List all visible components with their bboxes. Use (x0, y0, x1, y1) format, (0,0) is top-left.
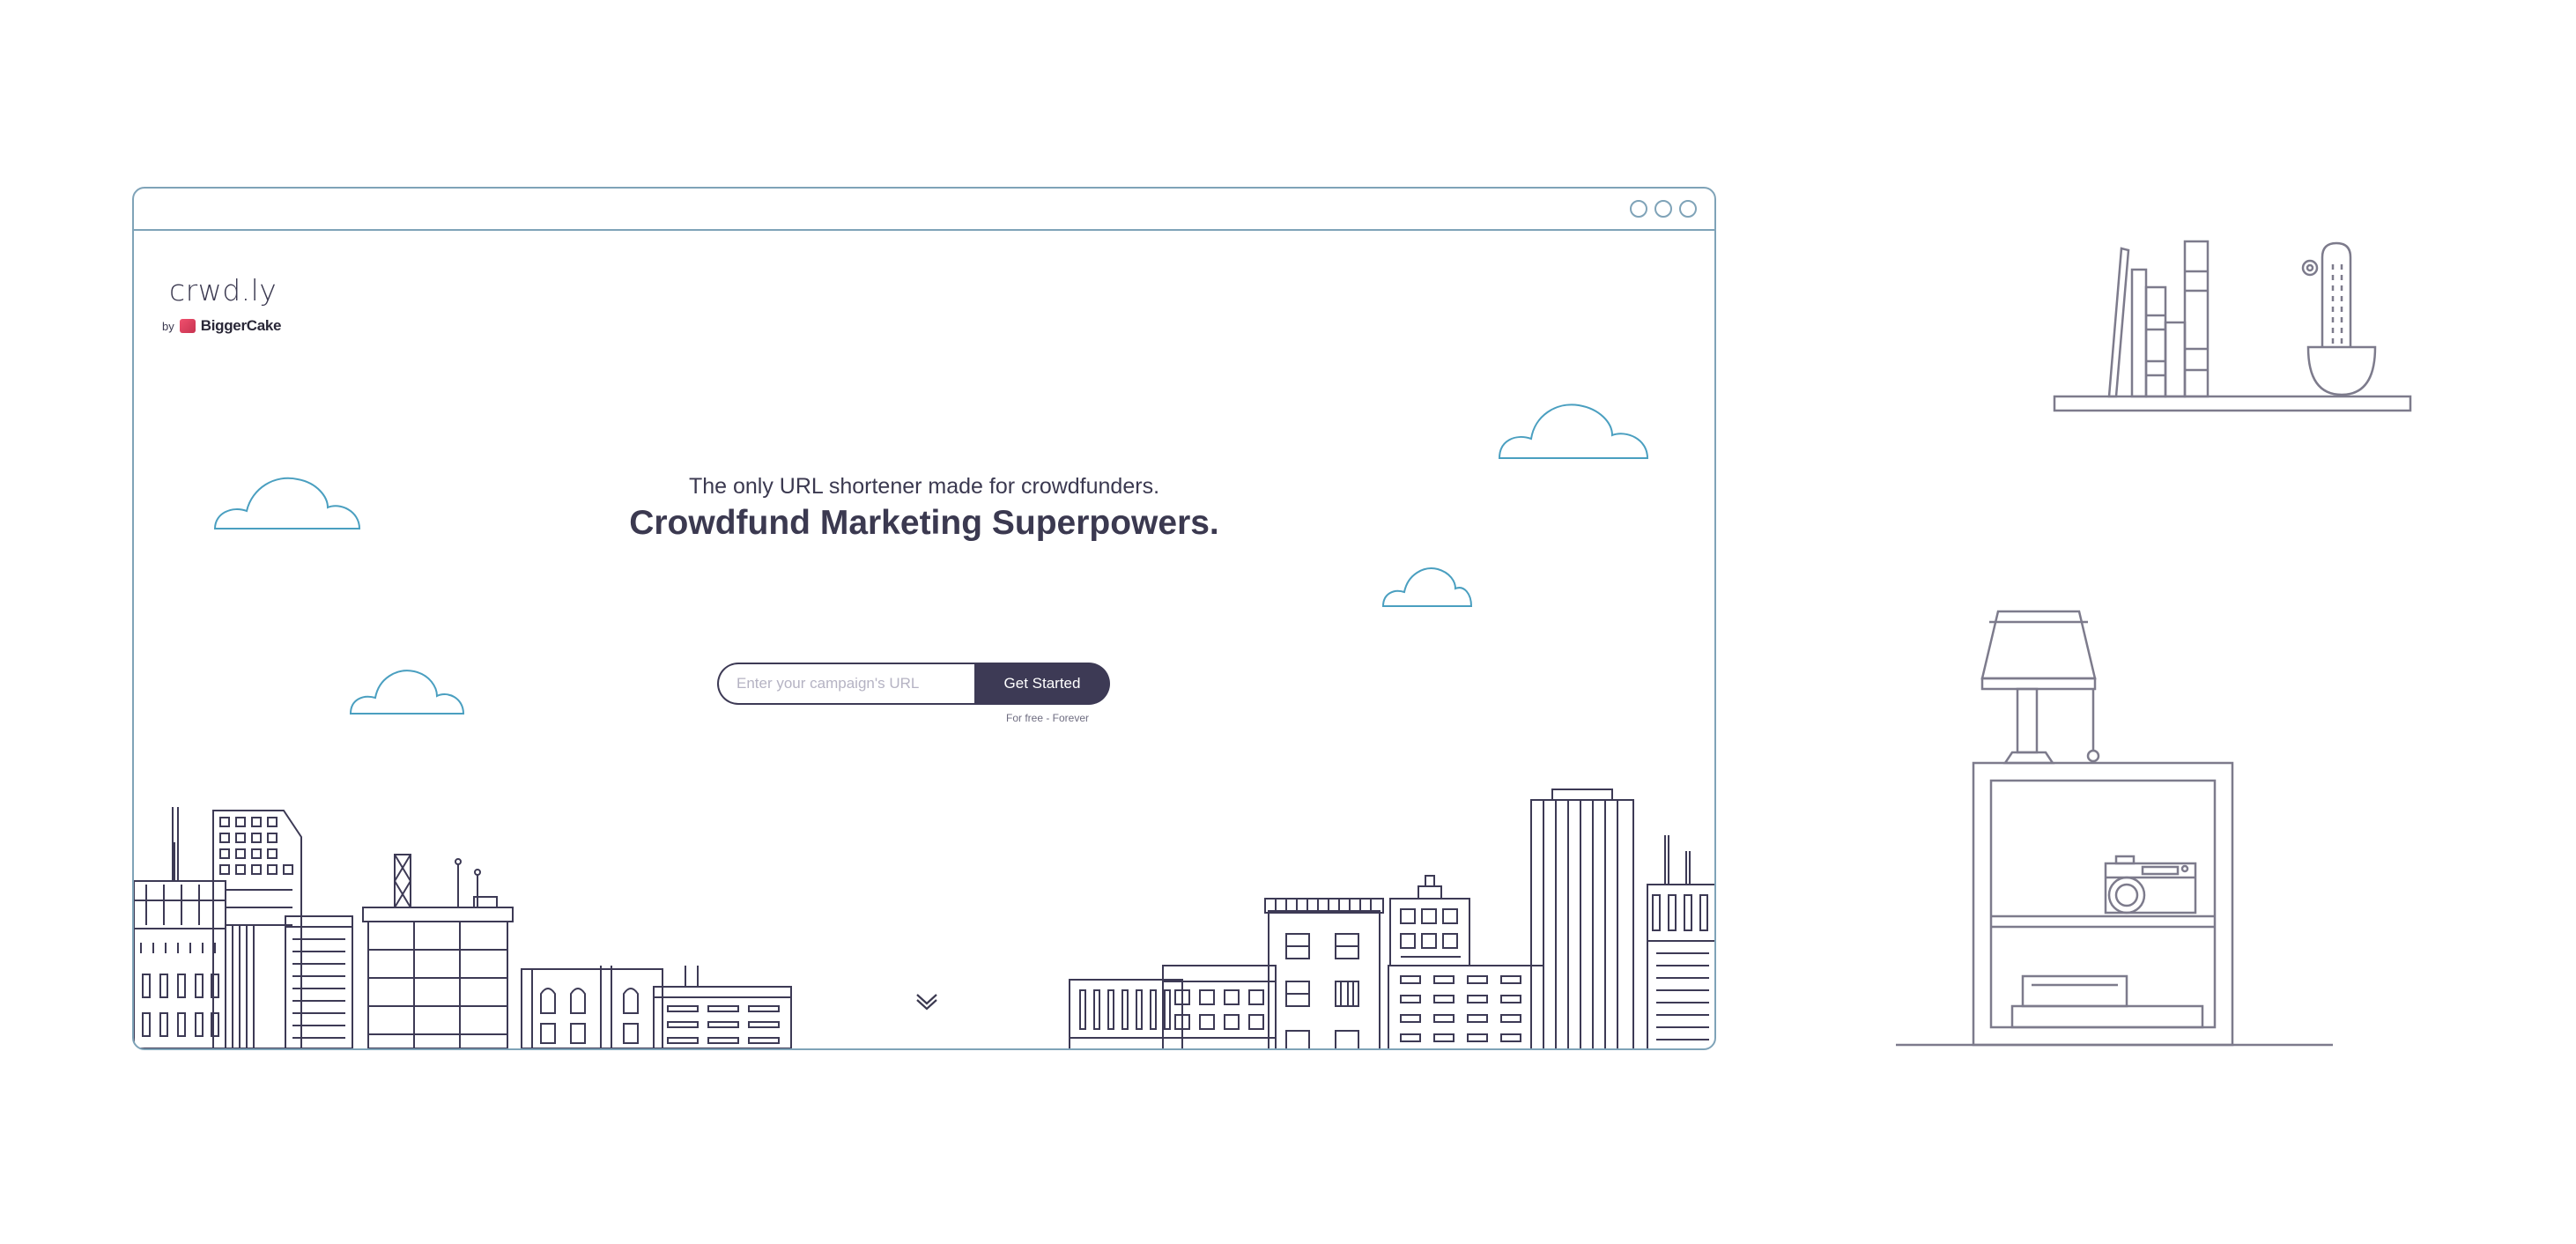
by-label: by (162, 319, 174, 333)
get-started-button[interactable]: Get Started (974, 663, 1110, 705)
lamp-nightstand-illustration (1896, 610, 2333, 1047)
cloud-icon (213, 477, 361, 529)
bookshelf-illustration (2053, 240, 2412, 412)
biggercake-credit[interactable]: by BiggerCake (162, 317, 282, 335)
signup-form: Get Started (717, 663, 1110, 705)
campaign-url-input[interactable] (717, 663, 981, 705)
city-skyline-illustration (134, 807, 792, 1048)
cloud-icon (1498, 404, 1649, 459)
window-title-bar (134, 189, 1714, 231)
cloud-icon (349, 670, 465, 715)
window-control-circle-icon[interactable] (1679, 200, 1697, 218)
hero-tagline: The only URL shortener made for crowdfun… (688, 474, 1160, 499)
window-control-circle-icon[interactable] (1630, 200, 1647, 218)
city-skyline-illustration (1069, 789, 1714, 1048)
biggercake-logo-icon (179, 319, 196, 333)
biggercake-name: BiggerCake (200, 317, 282, 334)
free-forever-note: For free - Forever (1006, 712, 1090, 724)
cloud-icon (1381, 567, 1473, 607)
crwdly-logo[interactable]: crwd.ly (169, 273, 277, 307)
hero-headline: Crowdfund Marketing Superpowers. (629, 504, 1219, 542)
chevron-down-icon[interactable] (915, 991, 938, 1011)
browser-window: crwd.ly by BiggerCake The only URL short… (132, 187, 1716, 1050)
window-control-circle-icon[interactable] (1654, 200, 1672, 218)
